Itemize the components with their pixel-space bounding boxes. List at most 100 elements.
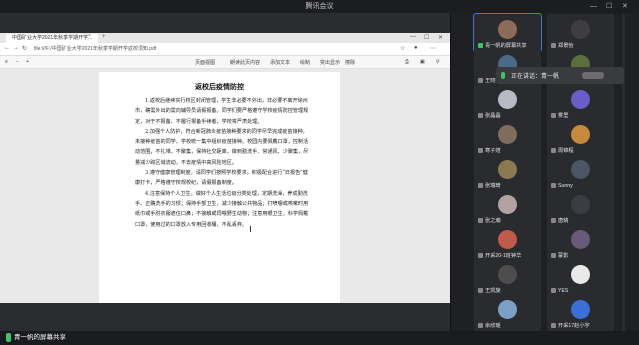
participant-tile[interactable]: 青一帆的屏幕共享 xyxy=(473,13,542,52)
participant-tile[interactable]: 周锦程 xyxy=(547,119,614,156)
pdf-menu-icon[interactable]: ≡ xyxy=(5,59,8,65)
tab-close-icon[interactable]: × xyxy=(88,33,91,39)
speaking-indicator: 正在讲话：青一帆 xyxy=(496,67,624,84)
participant-tile[interactable]: 郑景怡 xyxy=(547,14,614,51)
browser-maximize-icon[interactable]: ☐ xyxy=(424,34,429,41)
participant-tile[interactable]: YES xyxy=(547,259,614,296)
speaking-label: 正在讲话：青一帆 xyxy=(511,74,560,80)
participant-grid: 青一帆的屏幕共享郑景怡王晓宇李泽峰张晶晶雾里寒子煊周锦程张瑞琦Sunny张之瀚唐… xyxy=(473,13,614,331)
sharer-label: 青一帆的屏幕共享 xyxy=(14,334,66,341)
mic-icon[interactable] xyxy=(6,333,11,342)
participant-name: 蒙影 xyxy=(551,252,568,259)
window-title: 腾讯会议 xyxy=(305,3,334,10)
avatar xyxy=(498,265,517,284)
mic-icon xyxy=(501,72,505,79)
mic-muted-icon xyxy=(478,113,483,118)
mouse-cursor xyxy=(250,226,255,232)
pdf-page: 返校后疫情防控 1.返校后继续实行校区封闭管理，学生非必要不外出，非必要不离开徐… xyxy=(99,72,340,303)
pdf-toolbar: ≡ − + 页面视图 朗读此页内容 添加文本 绘制 突出显示 擦除 ⎙ ▣ ⚲ xyxy=(0,56,450,69)
participant-tile[interactable]: 寒子煊 xyxy=(474,119,541,156)
pdf-tool-page-view[interactable]: 页面视图 xyxy=(195,59,215,66)
mic-muted-icon xyxy=(478,78,483,83)
participant-name: 青一帆的屏幕共享 xyxy=(478,42,527,49)
window-titlebar: 腾讯会议 — ☐ ✕ xyxy=(0,0,639,13)
participant-name: 周锦程 xyxy=(551,147,574,154)
participant-name: 寒子煊 xyxy=(478,147,501,154)
participant-tile[interactable]: 开采20-1班钟华 xyxy=(474,224,541,261)
participant-name: 王凯旋 xyxy=(478,287,501,294)
panel-divider xyxy=(450,13,451,331)
avatar xyxy=(571,125,590,144)
participant-tile[interactable]: 雾里 xyxy=(547,84,614,121)
mic-muted-icon xyxy=(478,288,483,293)
avatar xyxy=(571,300,590,319)
avatar xyxy=(571,90,590,109)
pdf-tool-add-text[interactable]: 添加文本 xyxy=(270,59,290,66)
address-bar: ← → ↻ file:///F:/中国矿业大学2021年秋季学期开学返校须知.p… xyxy=(0,43,450,56)
maximize-icon[interactable]: ☐ xyxy=(606,0,612,13)
forward-icon[interactable]: → xyxy=(13,45,19,51)
participant-tile[interactable]: 唐婧 xyxy=(547,189,614,226)
mic-muted-icon xyxy=(551,218,556,223)
favorite-icon[interactable]: ☆ xyxy=(400,45,405,52)
browser-tab[interactable]: 中国矿业大学2021年秋季学期开学... xyxy=(6,34,98,43)
participant-scrollbar[interactable] xyxy=(622,14,625,331)
mic-muted-icon xyxy=(478,183,483,188)
avatar xyxy=(498,20,517,39)
participant-name: 张晶晶 xyxy=(478,112,501,119)
browser-minimize-icon[interactable]: — xyxy=(410,34,416,40)
participant-tile[interactable]: 王凯旋 xyxy=(474,259,541,296)
pdf-viewer[interactable]: 返校后疫情防控 1.返校后继续实行校区封闭管理，学生非必要不外出，非必要不离开徐… xyxy=(0,69,450,303)
shared-screen-bottom xyxy=(0,303,450,331)
pdf-tool-draw[interactable]: 绘制 xyxy=(300,59,310,66)
save-icon[interactable]: ▣ xyxy=(420,59,425,65)
pdf-tool-erase[interactable]: 擦除 xyxy=(345,59,355,66)
avatar xyxy=(571,195,590,214)
participant-tile[interactable]: 张之瀚 xyxy=(474,189,541,226)
participant-name: 余欣瑶 xyxy=(478,322,501,329)
zoom-out-icon[interactable]: − xyxy=(16,59,19,65)
document-body: 1.返校后继续实行校区封闭管理，学生非必要不外出，非必要不离开徐州市，确需外出的… xyxy=(135,96,310,230)
mic-muted-icon xyxy=(551,323,556,328)
pin-icon[interactable]: ⚲ xyxy=(436,59,440,65)
share-status-bar: 青一帆的屏幕共享 xyxy=(0,331,639,345)
participant-name: 雾里 xyxy=(551,112,568,119)
mic-muted-icon xyxy=(478,148,483,153)
participant-tile[interactable]: 蒙影 xyxy=(547,224,614,261)
participant-name: 开采20-1班钟华 xyxy=(478,252,521,259)
mic-muted-icon xyxy=(551,113,556,118)
new-tab-icon[interactable]: + xyxy=(102,34,106,40)
speaking-extra xyxy=(582,72,604,79)
pdf-tool-highlight[interactable]: 突出显示 xyxy=(320,59,340,66)
participant-tile[interactable]: 开采17赵小宇 xyxy=(547,294,614,331)
participant-name: 张之瀚 xyxy=(478,217,501,224)
pdf-tool-read-aloud[interactable]: 朗读此页内容 xyxy=(230,59,260,66)
back-icon[interactable]: ← xyxy=(4,45,10,51)
avatar xyxy=(498,160,517,179)
zoom-in-icon[interactable]: + xyxy=(26,59,29,65)
mic-muted-icon xyxy=(551,253,556,258)
avatar xyxy=(498,125,517,144)
profile-icon[interactable]: ● xyxy=(414,45,418,51)
avatar xyxy=(571,265,590,284)
print-icon[interactable]: ⎙ xyxy=(405,59,409,65)
participant-tile[interactable]: Sunny xyxy=(547,154,614,191)
tab-title: 中国矿业大学2021年秋季学期开学... xyxy=(12,35,93,41)
document-paragraph: 3.遵守健康管理制度，请同学们按照学校要求，积极配合进行“日报告”健康打卡，严格… xyxy=(135,170,308,187)
document-paragraph: 1.返校后继续实行校区封闭管理，学生非必要不外出，非必要不离开徐州市，确需外出的… xyxy=(135,98,309,125)
participant-name: 唐婧 xyxy=(551,217,568,224)
browser-close-icon[interactable]: ✕ xyxy=(438,34,443,41)
avatar xyxy=(571,160,590,179)
participant-tile[interactable]: 张瑞琦 xyxy=(474,154,541,191)
url-field[interactable]: file:///F:/中国矿业大学2021年秋季学期开学返校须知.pdf xyxy=(34,45,334,53)
participant-tile[interactable]: 余欣瑶 xyxy=(474,294,541,331)
minimize-icon[interactable]: — xyxy=(590,0,597,13)
more-icon[interactable]: ⋯ xyxy=(430,45,436,52)
participant-tile[interactable]: 张晶晶 xyxy=(474,84,541,121)
mic-muted-icon xyxy=(551,183,556,188)
mic-muted-icon xyxy=(478,323,483,328)
close-icon[interactable]: ✕ xyxy=(622,0,628,13)
avatar xyxy=(571,20,590,39)
refresh-icon[interactable]: ↻ xyxy=(22,45,27,52)
browser-tab-bar: 中国矿业大学2021年秋季学期开学... × + — ☐ ✕ xyxy=(0,33,450,43)
